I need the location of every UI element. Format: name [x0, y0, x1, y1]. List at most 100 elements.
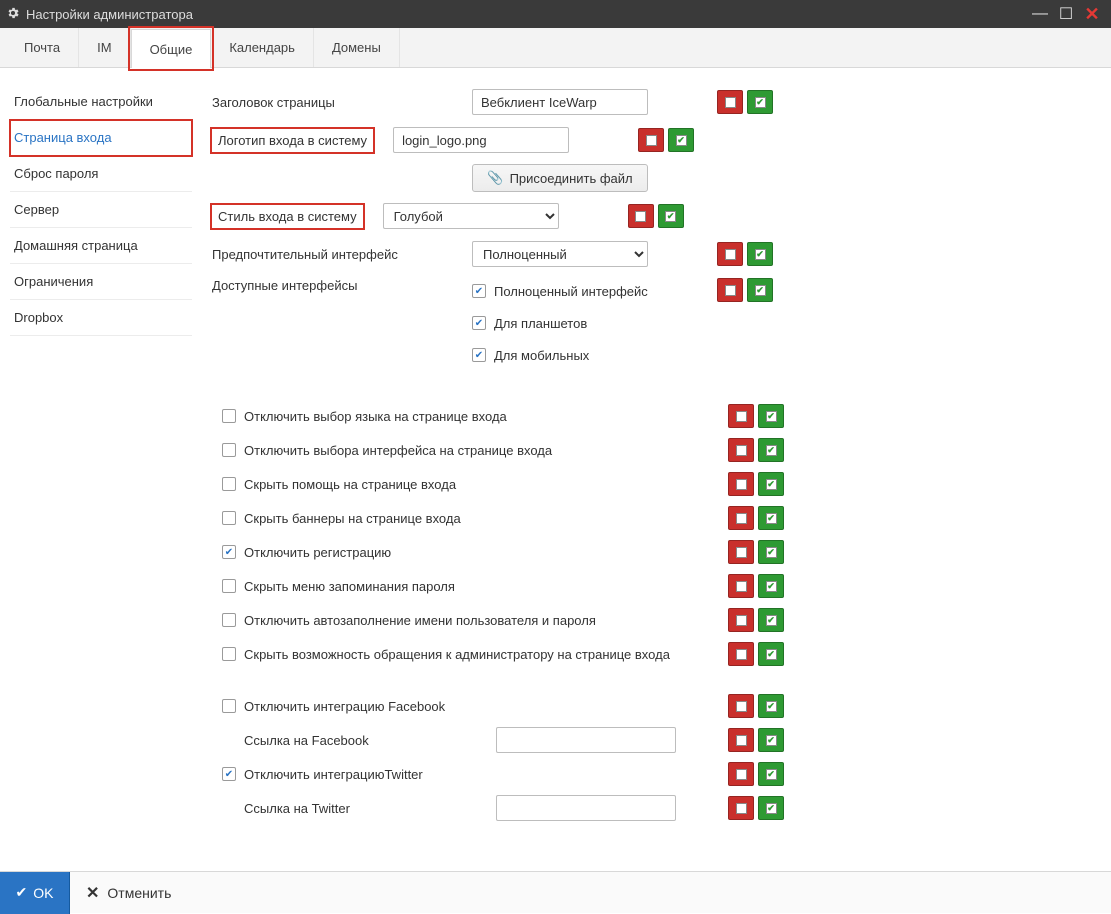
sidebar-item-server[interactable]: Сервер [10, 192, 192, 228]
sidebar-item-homepage[interactable]: Домашняя страница [10, 228, 192, 264]
x-icon: ✕ [86, 883, 99, 903]
tab-domains[interactable]: Домены [314, 28, 400, 67]
status-green[interactable]: ✔ [758, 694, 784, 718]
status-red[interactable] [728, 608, 754, 632]
checkbox-option-3[interactable] [222, 511, 236, 525]
sidebar-item-global[interactable]: Глобальные настройки [10, 84, 192, 120]
select-preferred-interface[interactable]: Полноценный [472, 241, 648, 267]
close-button[interactable]: ✕ [1079, 4, 1105, 25]
label-page-title: Заголовок страницы [212, 95, 472, 110]
checkbox-option-2[interactable] [222, 477, 236, 491]
status-green[interactable]: ✔ [758, 506, 784, 530]
status-red[interactable] [728, 694, 754, 718]
cb-label-iface-full: Полноценный интерфейс [494, 284, 648, 299]
checkbox-iface-full[interactable] [472, 284, 486, 298]
sidebar: Глобальные настройки Страница входа Сбро… [0, 68, 200, 871]
status-red[interactable] [717, 278, 743, 302]
check-icon: ✔ [16, 884, 28, 901]
window-title: Настройки администратора [26, 7, 1027, 22]
minimize-button[interactable]: — [1027, 5, 1053, 23]
label-option-6: Отключить автозаполнение имени пользоват… [244, 613, 596, 628]
status-green[interactable]: ✔ [758, 762, 784, 786]
paperclip-icon: 📎 [487, 170, 503, 186]
status-green[interactable]: ✔ [747, 242, 773, 266]
titlebar: Настройки администратора — ☐ ✕ [0, 0, 1111, 28]
status-red[interactable] [728, 796, 754, 820]
sidebar-item-resetpw[interactable]: Сброс пароля [10, 156, 192, 192]
status-green[interactable]: ✔ [758, 438, 784, 462]
tabbar: Почта IM Общие Календарь Домены [0, 28, 1111, 68]
input-login-logo[interactable] [393, 127, 569, 153]
cb-label-iface-tablet: Для планшетов [494, 316, 587, 331]
label-tw-link: Ссылка на Twitter [244, 801, 488, 816]
label-preferred-interface: Предпочтительный интерфейс [212, 247, 472, 262]
maximize-button[interactable]: ☐ [1053, 4, 1079, 24]
input-tw-link[interactable] [496, 795, 676, 821]
checkbox-option-6[interactable] [222, 613, 236, 627]
attach-file-button[interactable]: 📎 Присоединить файл [472, 164, 648, 192]
label-option-2: Скрыть помощь на странице входа [244, 477, 456, 492]
cancel-label: Отменить [107, 885, 171, 901]
checkbox-disable-tw[interactable] [222, 767, 236, 781]
status-green[interactable]: ✔ [658, 204, 684, 228]
checkbox-iface-tablet[interactable] [472, 316, 486, 330]
status-red[interactable] [728, 540, 754, 564]
status-green[interactable]: ✔ [747, 278, 773, 302]
select-login-style[interactable]: Голубой [383, 203, 559, 229]
input-fb-link[interactable] [496, 727, 676, 753]
ok-label: OK [33, 885, 53, 901]
status-red[interactable] [728, 728, 754, 752]
label-fb-link: Ссылка на Facebook [244, 733, 488, 748]
status-green[interactable]: ✔ [758, 608, 784, 632]
checkbox-option-0[interactable] [222, 409, 236, 423]
checkbox-option-5[interactable] [222, 579, 236, 593]
checkbox-iface-mobile[interactable] [472, 348, 486, 362]
sidebar-item-dropbox[interactable]: Dropbox [10, 300, 192, 336]
main-panel: Заголовок страницы ✔ Логотип входа в сис… [200, 68, 1111, 871]
status-green[interactable]: ✔ [758, 540, 784, 564]
label-disable-tw: Отключить интеграциюTwitter [244, 767, 423, 782]
tab-calendar[interactable]: Календарь [211, 28, 314, 67]
status-green[interactable]: ✔ [758, 728, 784, 752]
gear-icon [6, 6, 20, 23]
input-page-title[interactable] [472, 89, 648, 115]
label-option-3: Скрыть баннеры на странице входа [244, 511, 461, 526]
ok-button[interactable]: ✔ OK [0, 872, 70, 914]
status-red[interactable] [728, 472, 754, 496]
status-red[interactable] [638, 128, 664, 152]
label-option-7: Скрыть возможность обращения к администр… [244, 647, 670, 662]
label-login-logo: Логотип входа в систему [212, 129, 373, 152]
label-option-0: Отключить выбор языка на странице входа [244, 409, 507, 424]
tab-mail[interactable]: Почта [6, 28, 79, 67]
status-red[interactable] [728, 762, 754, 786]
checkbox-option-4[interactable] [222, 545, 236, 559]
cb-label-iface-mobile: Для мобильных [494, 348, 589, 363]
status-green[interactable]: ✔ [758, 796, 784, 820]
status-red[interactable] [717, 242, 743, 266]
checkbox-option-7[interactable] [222, 647, 236, 661]
status-red[interactable] [728, 642, 754, 666]
status-red[interactable] [728, 438, 754, 462]
sidebar-item-loginpage[interactable]: Страница входа [10, 120, 192, 156]
checkbox-option-1[interactable] [222, 443, 236, 457]
tab-general[interactable]: Общие [131, 29, 212, 68]
status-red[interactable] [728, 506, 754, 530]
status-red[interactable] [628, 204, 654, 228]
status-red[interactable] [717, 90, 743, 114]
label-option-1: Отключить выбора интерфейса на странице … [244, 443, 552, 458]
tab-im[interactable]: IM [79, 28, 130, 67]
label-option-5: Скрыть меню запоминания пароля [244, 579, 455, 594]
status-green[interactable]: ✔ [758, 574, 784, 598]
status-red[interactable] [728, 404, 754, 428]
status-green[interactable]: ✔ [758, 642, 784, 666]
status-green[interactable]: ✔ [758, 404, 784, 428]
checkbox-disable-fb[interactable] [222, 699, 236, 713]
status-green[interactable]: ✔ [758, 472, 784, 496]
status-green[interactable]: ✔ [668, 128, 694, 152]
attach-file-label: Присоединить файл [510, 171, 633, 186]
label-option-4: Отключить регистрацию [244, 545, 391, 560]
status-red[interactable] [728, 574, 754, 598]
status-green[interactable]: ✔ [747, 90, 773, 114]
cancel-button[interactable]: ✕ Отменить [70, 872, 187, 914]
sidebar-item-restrictions[interactable]: Ограничения [10, 264, 192, 300]
